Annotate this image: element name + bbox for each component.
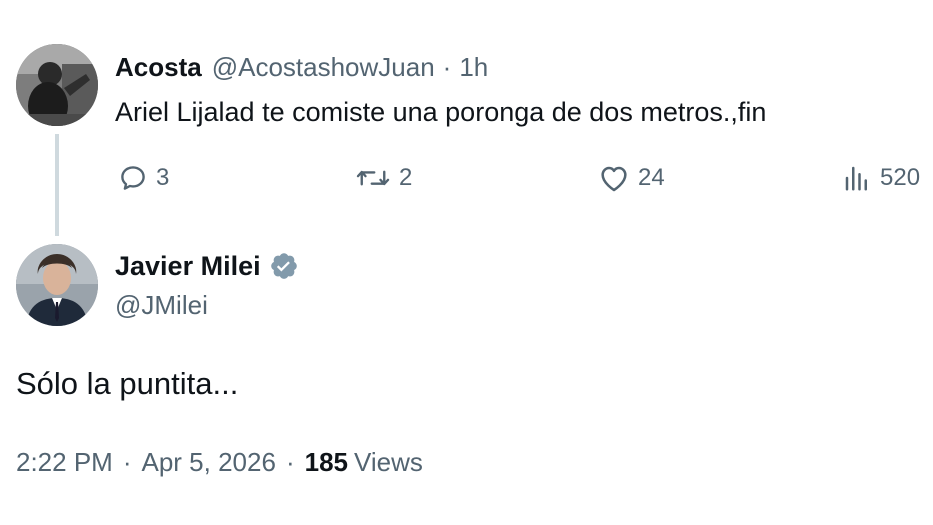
main-author-handle[interactable]: @JMilei (115, 290, 208, 321)
main-author-name[interactable]: Javier Milei (115, 251, 261, 282)
main-tweet-text: Sólo la puntita... (16, 366, 239, 401)
reply-button[interactable]: 3 (118, 158, 169, 198)
parent-tweet-text: Ariel Lijalad te comiste una poronga de … (115, 97, 767, 127)
tweet-thread: Acosta @AcostashowJuan · 1h Ariel Lijala… (0, 0, 933, 525)
tweet-time[interactable]: 2:22 PM (16, 447, 113, 478)
reply-icon (121, 166, 145, 190)
grayscale-photo-avatar-icon (16, 44, 98, 126)
tweet-metadata: 2:22 PM · Apr 5, 2026 · 185 Views (16, 442, 423, 482)
parent-author-name[interactable]: Acosta (115, 52, 202, 83)
meta-separator: · (285, 446, 295, 477)
like-button[interactable]: 24 (598, 158, 665, 198)
header-separator: · (442, 51, 452, 82)
like-count: 24 (638, 164, 665, 191)
heart-icon (601, 166, 627, 192)
retweet-icon (356, 170, 390, 186)
parent-tweet-time[interactable]: 1h (459, 52, 488, 83)
retweet-button[interactable]: 2 (355, 158, 412, 198)
parent-author-avatar[interactable] (16, 44, 98, 126)
tweet-views-label: Views (354, 446, 423, 477)
parent-tweet-header: Acosta @AcostashowJuan · 1h (115, 49, 488, 85)
tweet-date[interactable]: Apr 5, 2026 (142, 447, 276, 478)
meta-separator: · (122, 446, 132, 477)
verified-badge-icon[interactable] (269, 251, 299, 281)
views-button[interactable]: 520 (842, 158, 920, 198)
main-author-avatar[interactable] (16, 244, 98, 326)
views-count: 520 (880, 164, 921, 191)
main-tweet-name-row: Javier Milei (115, 248, 299, 284)
retweet-count: 2 (399, 164, 413, 191)
thread-connector-line (55, 134, 59, 236)
portrait-photo-avatar-icon (16, 244, 98, 326)
parent-author-handle[interactable]: @AcostashowJuan (212, 52, 435, 83)
reply-count: 3 (156, 164, 170, 191)
views-bar-chart-icon (845, 166, 867, 191)
tweet-views-count: 185 (304, 446, 348, 477)
